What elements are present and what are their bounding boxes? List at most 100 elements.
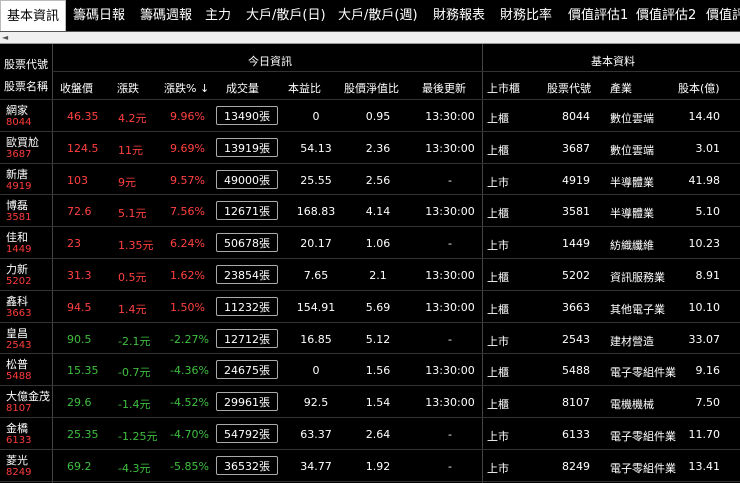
- last-update: 13:30:00: [425, 205, 475, 219]
- industry: 數位雲端: [610, 112, 654, 125]
- stock-name[interactable]: 博磊: [6, 197, 28, 213]
- pe-ratio: 154.91: [296, 300, 336, 314]
- header-col-7[interactable]: 上市櫃: [487, 80, 520, 96]
- header-col-3[interactable]: 成交量: [226, 80, 259, 96]
- price-change: -4.3元: [118, 461, 151, 475]
- stock-name[interactable]: 歐買尬: [6, 134, 39, 150]
- header-group-basic: 基本資料: [591, 55, 635, 68]
- tab-8[interactable]: 價值評估1: [568, 0, 628, 31]
- price-change: -0.7元: [118, 366, 151, 380]
- stock-name[interactable]: 佳和: [6, 229, 28, 245]
- stock-code[interactable]: 5488: [6, 371, 31, 382]
- header-group-today: 今日資訊: [248, 55, 292, 68]
- stock-name[interactable]: 松普: [6, 356, 28, 372]
- capital: 10.23: [688, 237, 721, 251]
- volume-box[interactable]: 50678張: [216, 233, 278, 253]
- volume-box[interactable]: 54792張: [216, 424, 278, 443]
- last-update: -: [448, 237, 452, 251]
- header-col-10[interactable]: 股本(億): [678, 80, 720, 96]
- header-col-6[interactable]: 最後更新: [422, 80, 466, 96]
- close-price: 90.5: [67, 332, 92, 346]
- tab-4[interactable]: 大戶/散戶(日): [246, 0, 326, 31]
- price-change-pct: 1.62%: [170, 269, 205, 282]
- volume-box[interactable]: 49000張: [216, 169, 278, 189]
- stock-code[interactable]: 2543: [6, 340, 31, 351]
- stock-name[interactable]: 鑫科: [6, 293, 28, 309]
- price-change-pct: -4.52%: [170, 396, 209, 410]
- market-type: 上櫃: [487, 271, 509, 284]
- stock-table: 股票代號 股票名稱 今日資訊 基本資料收盤價 漲跌 漲跌% ↓ 成交量 本益比 股價淨值比 最後更…: [0, 44, 740, 483]
- tab-3[interactable]: 主力: [205, 0, 231, 31]
- header-divider: [52, 71, 740, 72]
- price-change-pct: 7.56%: [170, 205, 205, 219]
- pb-ratio: 1.54: [365, 396, 391, 410]
- header-col-0[interactable]: 收盤價: [60, 80, 93, 96]
- stock-code[interactable]: 8107: [6, 403, 31, 414]
- stock-code-2: 5488: [562, 364, 590, 378]
- pb-ratio: 5.12: [365, 332, 391, 346]
- horizontal-scrollbar[interactable]: ◄: [0, 32, 740, 44]
- stock-code[interactable]: 1449: [6, 244, 31, 255]
- market-type: 上櫃: [487, 207, 509, 221]
- row-divider: [0, 353, 740, 355]
- tab-0[interactable]: 基本資訊: [0, 0, 66, 31]
- stock-name[interactable]: 大億金茂: [6, 388, 50, 404]
- stock-name[interactable]: 皇昌: [6, 325, 28, 341]
- stock-code[interactable]: 8044: [6, 117, 31, 128]
- volume-box[interactable]: 29961張: [216, 392, 278, 412]
- header-stock-name: 股票名稱: [4, 80, 48, 93]
- capital: 33.07: [688, 332, 721, 346]
- volume-box[interactable]: 11232張: [216, 296, 278, 316]
- industry: 數位雲端: [610, 143, 654, 157]
- stock-name[interactable]: 金橋: [6, 420, 28, 436]
- volume-box[interactable]: 24675張: [216, 360, 278, 380]
- volume-box[interactable]: 12712張: [216, 328, 278, 348]
- tab-5[interactable]: 大戶/散戶(週): [338, 0, 418, 31]
- pe-ratio: 63.37: [300, 428, 332, 441]
- header-col-2[interactable]: 漲跌% ↓: [164, 80, 209, 96]
- price-change: 4.2元: [118, 112, 147, 125]
- stock-code[interactable]: 6133: [6, 435, 31, 446]
- price-change: 1.35元: [118, 239, 154, 253]
- last-update: 13:30:00: [425, 364, 475, 378]
- close-price: 29.6: [67, 396, 92, 410]
- volume-box[interactable]: 12671張: [216, 201, 278, 221]
- volume-box[interactable]: 13490張: [216, 106, 278, 125]
- industry: 其他電子業: [610, 302, 665, 316]
- stock-code[interactable]: 3687: [6, 149, 31, 160]
- tab-6[interactable]: 財務報表: [433, 0, 485, 31]
- volume-box[interactable]: 13919張: [216, 137, 278, 157]
- scroll-left-arrow-icon[interactable]: ◄: [2, 32, 8, 43]
- stock-code[interactable]: 3581: [6, 212, 31, 223]
- pb-ratio: 1.06: [365, 237, 391, 251]
- close-price: 124.5: [67, 141, 99, 155]
- header-col-8[interactable]: 股票代號: [547, 80, 591, 96]
- header-col-4[interactable]: 本益比: [288, 80, 321, 96]
- last-update: -: [448, 459, 452, 473]
- stock-code-2: 6133: [562, 428, 590, 441]
- stock-code[interactable]: 5202: [6, 276, 31, 287]
- header-col-9[interactable]: 產業: [610, 80, 632, 96]
- tab-10[interactable]: 價值評: [706, 0, 740, 31]
- stock-code[interactable]: 4919: [6, 181, 31, 192]
- pb-ratio: 4.14: [365, 205, 391, 219]
- tab-1[interactable]: 籌碼日報: [73, 0, 125, 31]
- stock-name[interactable]: 新唐: [6, 166, 28, 182]
- stock-code[interactable]: 8249: [6, 467, 31, 478]
- stock-name[interactable]: 力新: [6, 261, 28, 277]
- tab-7[interactable]: 財務比率: [500, 0, 552, 31]
- volume-box[interactable]: 23854張: [216, 265, 278, 284]
- close-price: 94.5: [67, 300, 92, 314]
- tab-9[interactable]: 價值評估2: [636, 0, 696, 31]
- header-col-1[interactable]: 漲跌: [117, 80, 139, 96]
- row-divider: [0, 226, 740, 228]
- market-type: 上市: [487, 334, 509, 348]
- stock-code[interactable]: 3663: [6, 308, 31, 319]
- header-col-5[interactable]: 股價淨值比: [344, 80, 399, 96]
- volume-box[interactable]: 36532張: [216, 455, 278, 475]
- tab-2[interactable]: 籌碼週報: [140, 0, 192, 31]
- stock-name[interactable]: 菱光: [6, 452, 28, 468]
- stock-name[interactable]: 網家: [6, 102, 28, 118]
- price-change: 9元: [118, 175, 136, 189]
- price-change: 11元: [118, 143, 143, 157]
